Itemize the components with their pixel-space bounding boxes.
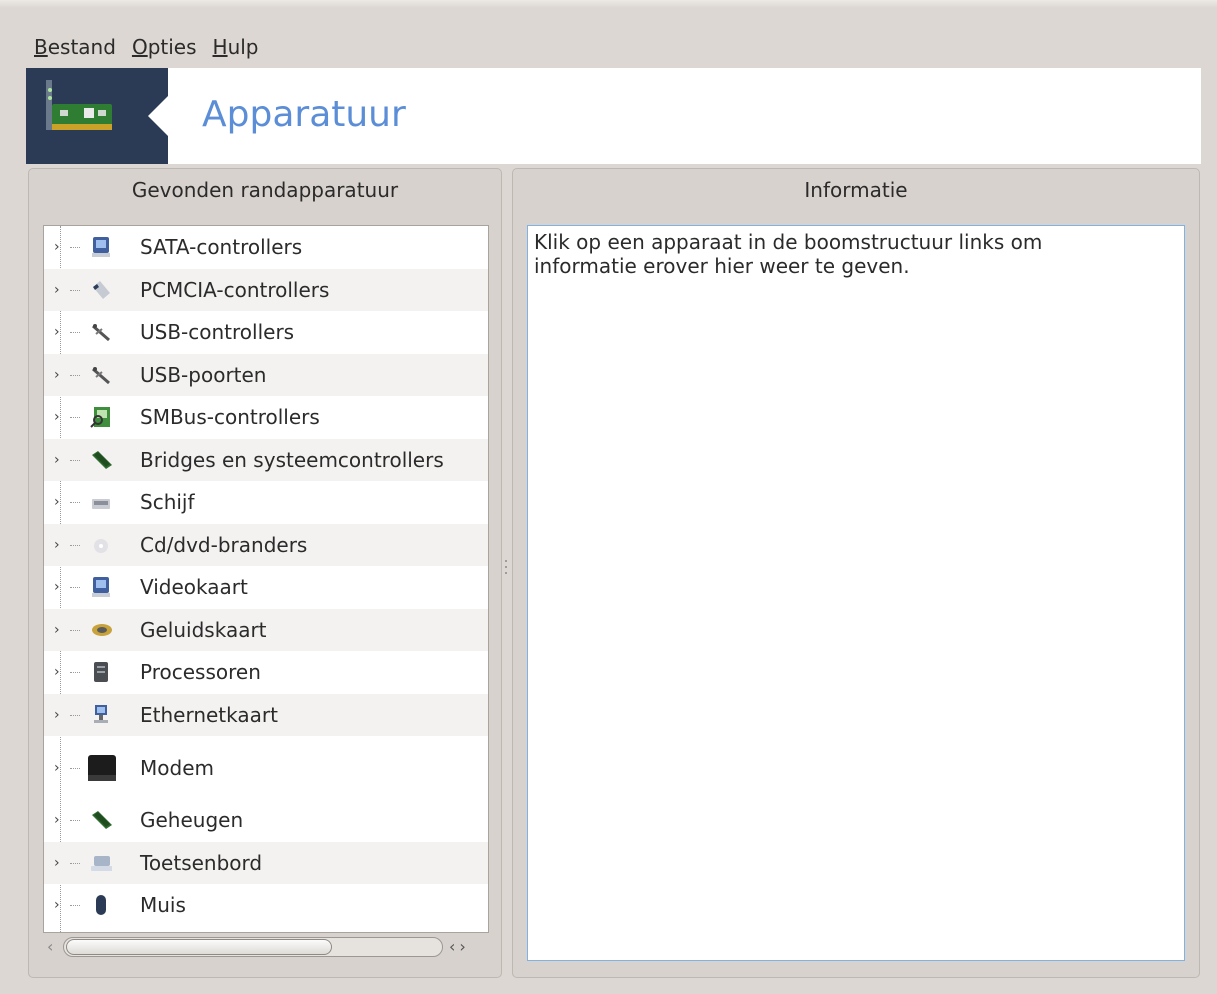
expand-arrow-icon[interactable]: ›: [54, 665, 60, 679]
tree-item-label: SATA-controllers: [140, 235, 303, 260]
tree-item-geluidskaart[interactable]: › Geluidskaart: [44, 608, 488, 651]
memory-module-icon: [90, 449, 112, 471]
scroll-thumb[interactable]: [66, 939, 332, 955]
tree-item-label: Processoren: [140, 660, 261, 685]
speaker-icon: [90, 619, 112, 641]
tree-item-modem[interactable]: › Modem: [44, 736, 488, 799]
tree-item-schijf[interactable]: › Schijf: [44, 481, 488, 524]
menu-bestand[interactable]: Bestand: [26, 32, 124, 62]
expand-arrow-icon[interactable]: ›: [54, 708, 60, 722]
tree-item-label: USB-poorten: [140, 362, 267, 387]
network-card-icon: [26, 68, 168, 164]
expand-arrow-icon[interactable]: ›: [54, 856, 60, 870]
tree-item-sata[interactable]: › SATA-controllers: [44, 226, 488, 269]
tree-item-label: Toetsenbord: [140, 850, 263, 875]
tree-item-usb-ports[interactable]: › USB-poorten: [44, 353, 488, 396]
tree-item-label: Geheugen: [140, 808, 244, 833]
menu-hulp[interactable]: Hulp: [205, 32, 267, 62]
expand-arrow-icon[interactable]: ›: [54, 368, 60, 382]
tree-item-toetsenbord[interactable]: › Toetsenbord: [44, 841, 488, 884]
tree-item-label: Muis: [140, 893, 186, 918]
tree-item-label: Schijf: [140, 490, 195, 515]
scroll-track[interactable]: [63, 937, 443, 957]
hard-disk-icon: [90, 491, 112, 513]
expand-arrow-icon[interactable]: ›: [54, 538, 60, 552]
modem-icon: [84, 750, 120, 786]
mouse-icon: [90, 894, 112, 916]
tree-item-geheugen[interactable]: › Geheugen: [44, 799, 488, 842]
cpu-icon: [90, 661, 112, 683]
scroll-buttons[interactable]: ‹›: [449, 937, 470, 956]
page-title: Apparatuur: [202, 94, 406, 135]
memory-module-icon: [90, 809, 112, 831]
info-panel: Informatie Klik op een apparaat in de bo…: [512, 168, 1200, 978]
tree-item-label: USB-controllers: [140, 320, 295, 345]
horizontal-scrollbar[interactable]: ‹ ‹›: [43, 935, 487, 961]
tree-item-bridges[interactable]: › Bridges en systeemcontrollers: [44, 438, 488, 481]
tree-item-label: PCMCIA-controllers: [140, 277, 330, 302]
expand-arrow-icon[interactable]: ›: [54, 623, 60, 637]
expand-arrow-icon[interactable]: ›: [54, 325, 60, 339]
expand-arrow-icon[interactable]: ›: [54, 813, 60, 827]
tree-item-cd-dvd[interactable]: › Cd/dvd-branders: [44, 523, 488, 566]
disk-controller-icon: [90, 236, 112, 258]
expand-arrow-icon[interactable]: ›: [54, 240, 60, 254]
info-panel-header: Informatie: [804, 178, 908, 202]
optical-disc-icon: [90, 534, 112, 556]
tree-item-muis[interactable]: › Muis: [44, 884, 488, 927]
menu-bar: Bestand Opties Hulp: [26, 32, 267, 62]
expand-arrow-icon[interactable]: ›: [54, 283, 60, 297]
tree-item-label: SMBus-controllers: [140, 405, 320, 430]
scroll-left-icon[interactable]: ‹: [47, 937, 53, 956]
tree-item-label: Videokaart: [140, 575, 248, 600]
devices-panel: Gevonden randapparatuur › SATA-controlle…: [28, 168, 502, 978]
expand-arrow-icon[interactable]: ›: [54, 761, 60, 775]
tree-item-label: Bridges en systeemcontrollers: [140, 447, 444, 472]
usb-icon: [90, 364, 112, 386]
window-top-edge: [0, 0, 1217, 8]
tree-item-ethernet[interactable]: › Ethernetkaart: [44, 693, 488, 736]
banner-pointer: [148, 94, 170, 138]
device-tree[interactable]: › SATA-controllers › PCMCIA-controllers …: [43, 225, 489, 933]
tree-item-pcmcia[interactable]: › PCMCIA-controllers: [44, 268, 488, 311]
devices-panel-header: Gevonden randapparatuur: [131, 178, 399, 202]
tree-item-label: Cd/dvd-branders: [140, 532, 308, 557]
keyboard-icon: [90, 852, 112, 874]
expand-arrow-icon[interactable]: ›: [54, 898, 60, 912]
info-text-line: informatie erover hier weer te geven.: [534, 254, 910, 278]
expand-arrow-icon[interactable]: ›: [54, 580, 60, 594]
pcmcia-icon: [90, 279, 112, 301]
tree-item-videokaart[interactable]: › Videokaart: [44, 566, 488, 609]
network-computer-icon: [90, 704, 112, 726]
tree-item-usb-controllers[interactable]: › USB-controllers: [44, 311, 488, 354]
tree-item-label: Geluidskaart: [140, 617, 267, 642]
usb-icon: [90, 321, 112, 343]
panel-splitter-handle[interactable]: [505, 560, 508, 580]
tree-item-smbus[interactable]: › SMBus-controllers: [44, 396, 488, 439]
menu-opties[interactable]: Opties: [124, 32, 205, 62]
info-text-line: Klik op een apparaat in de boomstructuur…: [534, 230, 1043, 254]
tree-item-label: Modem: [140, 755, 214, 780]
smbus-icon: [90, 406, 112, 428]
video-card-icon: [90, 576, 112, 598]
expand-arrow-icon[interactable]: ›: [54, 410, 60, 424]
expand-arrow-icon[interactable]: ›: [54, 453, 60, 467]
header-banner: Apparatuur: [26, 68, 1201, 164]
tree-item-processoren[interactable]: › Processoren: [44, 651, 488, 694]
info-text-area[interactable]: Klik op een apparaat in de boomstructuur…: [527, 225, 1185, 961]
tree-item-label: Ethernetkaart: [140, 702, 278, 727]
expand-arrow-icon[interactable]: ›: [54, 495, 60, 509]
